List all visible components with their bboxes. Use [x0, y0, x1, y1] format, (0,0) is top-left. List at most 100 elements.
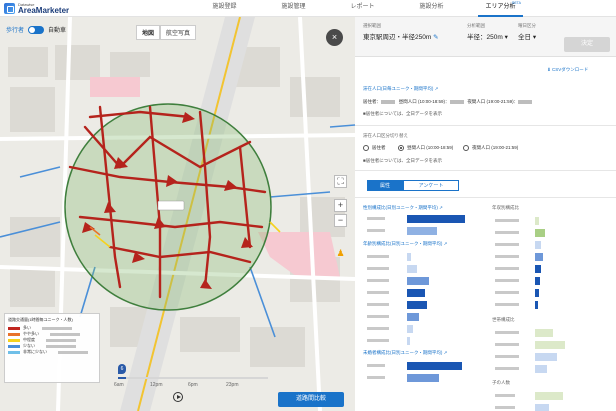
map-type-map-button[interactable]: 地図 — [136, 25, 161, 40]
marital-bar-row — [367, 374, 477, 382]
gender-ratio-link[interactable]: 性別構成比(日別ユニーク・期間平均) ↗ — [363, 205, 443, 211]
marital-ratio-link[interactable]: 未婚者構成比(日別ユニーク・期間平均) ↗ — [363, 350, 447, 356]
radio-resident[interactable]: 居住者 — [363, 145, 386, 151]
radio-label: 居住者 — [372, 145, 386, 150]
income-bar-row — [495, 289, 605, 297]
household-bar-row — [495, 365, 605, 373]
income-bar-row — [495, 229, 605, 237]
mode-switch-knob — [29, 26, 36, 33]
bar-label-redacted — [495, 267, 519, 270]
bar-label-redacted — [495, 243, 519, 246]
zoom-in-button[interactable]: + — [334, 199, 347, 212]
time-tick: 23pm — [226, 382, 239, 388]
analysis-panel: 選択範囲 東京駅周辺・半径250m ✎ 分析範囲 半径：250m ▾ 曜日区分 … — [355, 17, 616, 411]
app-logo[interactable]: Datawise AreaMarketer — [4, 2, 74, 15]
day-pop-value-redacted — [449, 99, 464, 104]
close-icon[interactable]: × — [326, 29, 343, 46]
tab-facility-manage[interactable]: 施設管理 — [259, 0, 328, 17]
age-bar-row — [367, 301, 477, 309]
bar-label-redacted — [495, 331, 519, 334]
play-icon[interactable] — [173, 392, 183, 402]
bar-label-redacted — [495, 219, 519, 222]
zoom-out-button[interactable]: − — [334, 214, 347, 227]
bar-label-redacted — [367, 364, 385, 367]
radius-select[interactable]: 半径：250m ▾ — [467, 31, 508, 41]
time-slider[interactable]: 6 6am 12pm 6pm 23pm 道路間比較 — [104, 362, 352, 411]
bar-label-redacted — [495, 231, 519, 234]
map-type-aerial-button[interactable]: 航空写真 — [160, 25, 197, 40]
income-bar — [535, 301, 538, 309]
legend-swatch-yellow — [8, 338, 20, 342]
bar-label-redacted — [367, 327, 389, 330]
children-bar — [535, 392, 563, 400]
income-bar — [535, 217, 539, 225]
section-divider — [355, 125, 616, 126]
day-select[interactable]: 全日 ▾ — [518, 31, 536, 41]
tab-area-analysis[interactable]: エリア分析 BETA — [466, 0, 535, 17]
travel-mode-toggle[interactable]: 歩行者 自動車 — [6, 25, 66, 34]
income-bar — [535, 265, 541, 273]
mode-switch[interactable] — [28, 25, 45, 34]
fullscreen-icon[interactable]: ⛶ — [334, 175, 347, 188]
radio-day-population[interactable]: 昼間人口 (10:00-18:59) — [398, 145, 453, 151]
chevron-down-icon: ▾ — [504, 34, 508, 41]
marital-bar — [407, 374, 439, 382]
legend-title: 道路交通量(1時間毎ユニーク・人数) — [8, 317, 73, 322]
download-icon: ⬇ — [547, 67, 551, 72]
external-link-icon: ↗ — [443, 350, 448, 355]
radio-label: 昼間人口 (10:00-18:59) — [407, 145, 454, 150]
age-bar — [407, 289, 425, 297]
time-tick: 12pm — [150, 382, 163, 388]
csv-download-link[interactable]: ⬇ CSVダウンロード — [547, 67, 588, 73]
gender-bar-row — [367, 227, 477, 235]
legend-swatch-lightblue — [8, 350, 20, 354]
edit-icon: ✎ — [433, 34, 439, 41]
tab-attributes[interactable]: 属性 — [367, 180, 403, 191]
age-bar-row — [367, 289, 477, 297]
age-bar — [407, 337, 410, 345]
tab-survey[interactable]: アンケート — [403, 180, 459, 191]
gender-ratio-link-text: 性別構成比(日別ユニーク・期間平均) — [363, 205, 438, 210]
resident-note-2: ■居住者については、全日データを表示 — [363, 158, 442, 163]
main-nav: 施設登録 施設管理 レポート 施設分析 エリア分析 BETA — [190, 0, 535, 17]
street-view-pegman-icon[interactable]: ♟ — [334, 248, 347, 261]
income-bar-row — [495, 217, 605, 225]
stay-population-link-text: 滞在人口(日毎ユニーク・期間平均) — [363, 86, 434, 91]
time-slider-track[interactable] — [118, 377, 268, 379]
household-bar — [535, 329, 553, 337]
legend-swatch-red — [8, 326, 20, 330]
legend-row: 非常に少ない — [8, 349, 96, 355]
population-summary: 居住者： 昼間人口 (10:00-18:59)： 夜間人口 (19:00-21:… — [363, 99, 533, 105]
tab-report[interactable]: レポート — [328, 0, 397, 17]
area-field-value[interactable]: 東京駅周辺・半径250m ✎ — [363, 31, 439, 41]
age-bar — [407, 301, 427, 309]
road-compare-button[interactable]: 道路間比較 — [278, 392, 344, 407]
legend-value-redacted — [50, 332, 80, 336]
age-bar-row — [367, 325, 477, 333]
tab-facility-register[interactable]: 施設登録 — [190, 0, 259, 17]
mode-pedestrian-label: 歩行者 — [6, 28, 25, 34]
age-ratio-link[interactable]: 年齢別構成比(日別ユニーク・期間平均) ↗ — [363, 241, 447, 247]
gender-bar — [407, 215, 465, 223]
day-pop-label: 昼間人口 (10:00-18:59)： — [398, 99, 450, 104]
stay-population-link[interactable]: 滞在人口(日毎ユニーク・期間平均) ↗ — [363, 86, 438, 92]
decide-button[interactable]: 決定 — [564, 37, 610, 52]
external-link-icon: ↗ — [443, 241, 448, 246]
children-bar — [535, 404, 549, 411]
age-bar-row — [367, 253, 477, 261]
age-bar — [407, 325, 413, 333]
household-bar — [535, 365, 547, 373]
gender-bar — [407, 227, 437, 235]
map-view[interactable]: 歩行者 自動車 地図 航空写真 × ⛶ + − ♟ 道路交通量(1時間毎ユニーク… — [0, 17, 355, 411]
household-bar — [535, 341, 565, 349]
tab-facility-analysis[interactable]: 施設分析 — [397, 0, 466, 17]
bar-label-redacted — [495, 367, 519, 370]
bar-label-redacted — [367, 291, 389, 294]
time-tick: 6am — [114, 382, 124, 388]
income-bar — [535, 229, 545, 237]
radio-night-population[interactable]: 夜間人口 (19:00-21:59) — [463, 145, 518, 151]
age-bar — [407, 313, 419, 321]
age-ratio-link-text: 年齢別構成比(日別ユニーク・期間平均) — [363, 241, 443, 246]
tab-area-analysis-label: エリア分析 — [485, 4, 516, 10]
income-bar — [535, 253, 543, 261]
